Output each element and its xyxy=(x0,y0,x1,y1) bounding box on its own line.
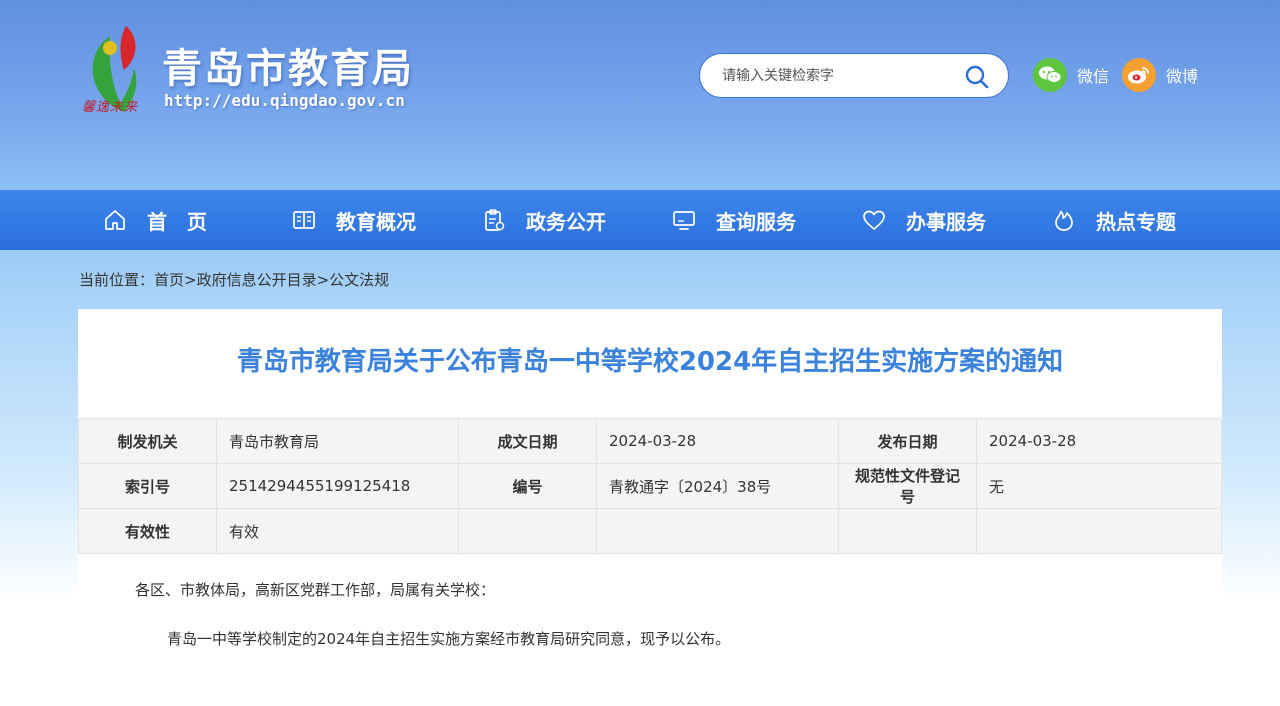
main-nav: 首 页 教育概况 政务公开 查询服务 办事服务 热点专题 xyxy=(0,190,1280,250)
meta-value: 青教通字〔2024〕38号 xyxy=(596,463,839,509)
search-box xyxy=(699,53,1009,98)
wechat-icon xyxy=(1033,58,1067,92)
logo-motto: 馨逸未来 xyxy=(82,100,139,115)
nav-label: 教育概况 xyxy=(336,209,416,234)
meta-key xyxy=(838,508,977,554)
meta-key: 规范性文件登记号 xyxy=(838,463,977,509)
site-url: http://edu.qingdao.gov.cn xyxy=(164,91,405,110)
meta-key: 编号 xyxy=(458,463,597,509)
table-row: 有效性 有效 xyxy=(78,508,1222,554)
flame-icon xyxy=(1055,210,1073,231)
nav-label: 首 页 xyxy=(147,209,207,234)
site-header: 馨逸未来 青岛市教育局 http://edu.qingdao.gov.cn 微信 xyxy=(0,0,1280,190)
weibo-label: 微博 xyxy=(1166,67,1199,86)
meta-key xyxy=(458,508,597,554)
nav-label: 查询服务 xyxy=(716,209,796,234)
meta-key: 成文日期 xyxy=(458,418,597,464)
meta-value: 无 xyxy=(976,463,1222,509)
meta-key: 索引号 xyxy=(78,463,217,509)
article-salutation: 各区、市教体局，高新区党群工作部，局属有关学校： xyxy=(135,581,496,599)
heart-icon xyxy=(863,210,885,230)
meta-value: 青岛市教育局 xyxy=(216,418,459,464)
document-meta-table: 制发机关 青岛市教育局 成文日期 2024-03-28 发布日期 2024-03… xyxy=(78,418,1222,554)
meta-key: 有效性 xyxy=(78,508,217,554)
article-paragraph: 青岛一中等学校制定的2024年自主招生实施方案经市教育局研究同意，现予以公布。 xyxy=(167,630,731,648)
nav-label: 政务公开 xyxy=(526,209,606,234)
article-title: 青岛市教育局关于公布青岛一中等学校2024年自主招生实施方案的通知 xyxy=(236,347,1064,377)
book-icon xyxy=(293,211,315,229)
search-icon[interactable] xyxy=(964,64,990,90)
table-row: 制发机关 青岛市教育局 成文日期 2024-03-28 发布日期 2024-03… xyxy=(78,418,1222,464)
meta-value xyxy=(976,508,1222,554)
nav-query-services[interactable]: 查询服务 xyxy=(672,190,796,250)
home-icon xyxy=(105,210,125,230)
nav-hot-topics[interactable]: 热点专题 xyxy=(1052,190,1176,250)
article-panel: 青岛市教育局关于公布青岛一中等学校2024年自主招生实施方案的通知 制发机关 青… xyxy=(78,309,1222,706)
weibo-link[interactable]: 微博 xyxy=(1122,57,1198,93)
meta-value: 2024-03-28 xyxy=(976,418,1222,464)
meta-value xyxy=(596,508,839,554)
nav-label: 热点专题 xyxy=(1096,209,1176,234)
nav-education-overview[interactable]: 教育概况 xyxy=(292,190,416,250)
meta-value: 有效 xyxy=(216,508,459,554)
nav-online-services[interactable]: 办事服务 xyxy=(862,190,986,250)
wechat-link[interactable]: 微信 xyxy=(1033,57,1109,93)
wechat-label: 微信 xyxy=(1077,67,1110,86)
meta-value: 2024-03-28 xyxy=(596,418,839,464)
breadcrumb[interactable]: 当前位置：首页>政府信息公开目录>公文法规 xyxy=(79,269,389,290)
table-row: 索引号 2514294455199125418 编号 青教通字〔2024〕38号… xyxy=(78,463,1222,509)
site-title[interactable]: 青岛市教育局 xyxy=(162,36,414,94)
meta-value: 2514294455199125418 xyxy=(216,463,459,509)
nav-home[interactable]: 首 页 xyxy=(103,190,207,250)
clipboard-icon xyxy=(485,209,505,231)
weibo-icon xyxy=(1122,58,1156,92)
nav-government-affairs[interactable]: 政务公开 xyxy=(482,190,606,250)
meta-key: 发布日期 xyxy=(838,418,977,464)
monitor-icon xyxy=(673,211,695,230)
nav-label: 办事服务 xyxy=(906,209,986,234)
meta-key: 制发机关 xyxy=(78,418,217,464)
search-input[interactable] xyxy=(722,65,952,87)
